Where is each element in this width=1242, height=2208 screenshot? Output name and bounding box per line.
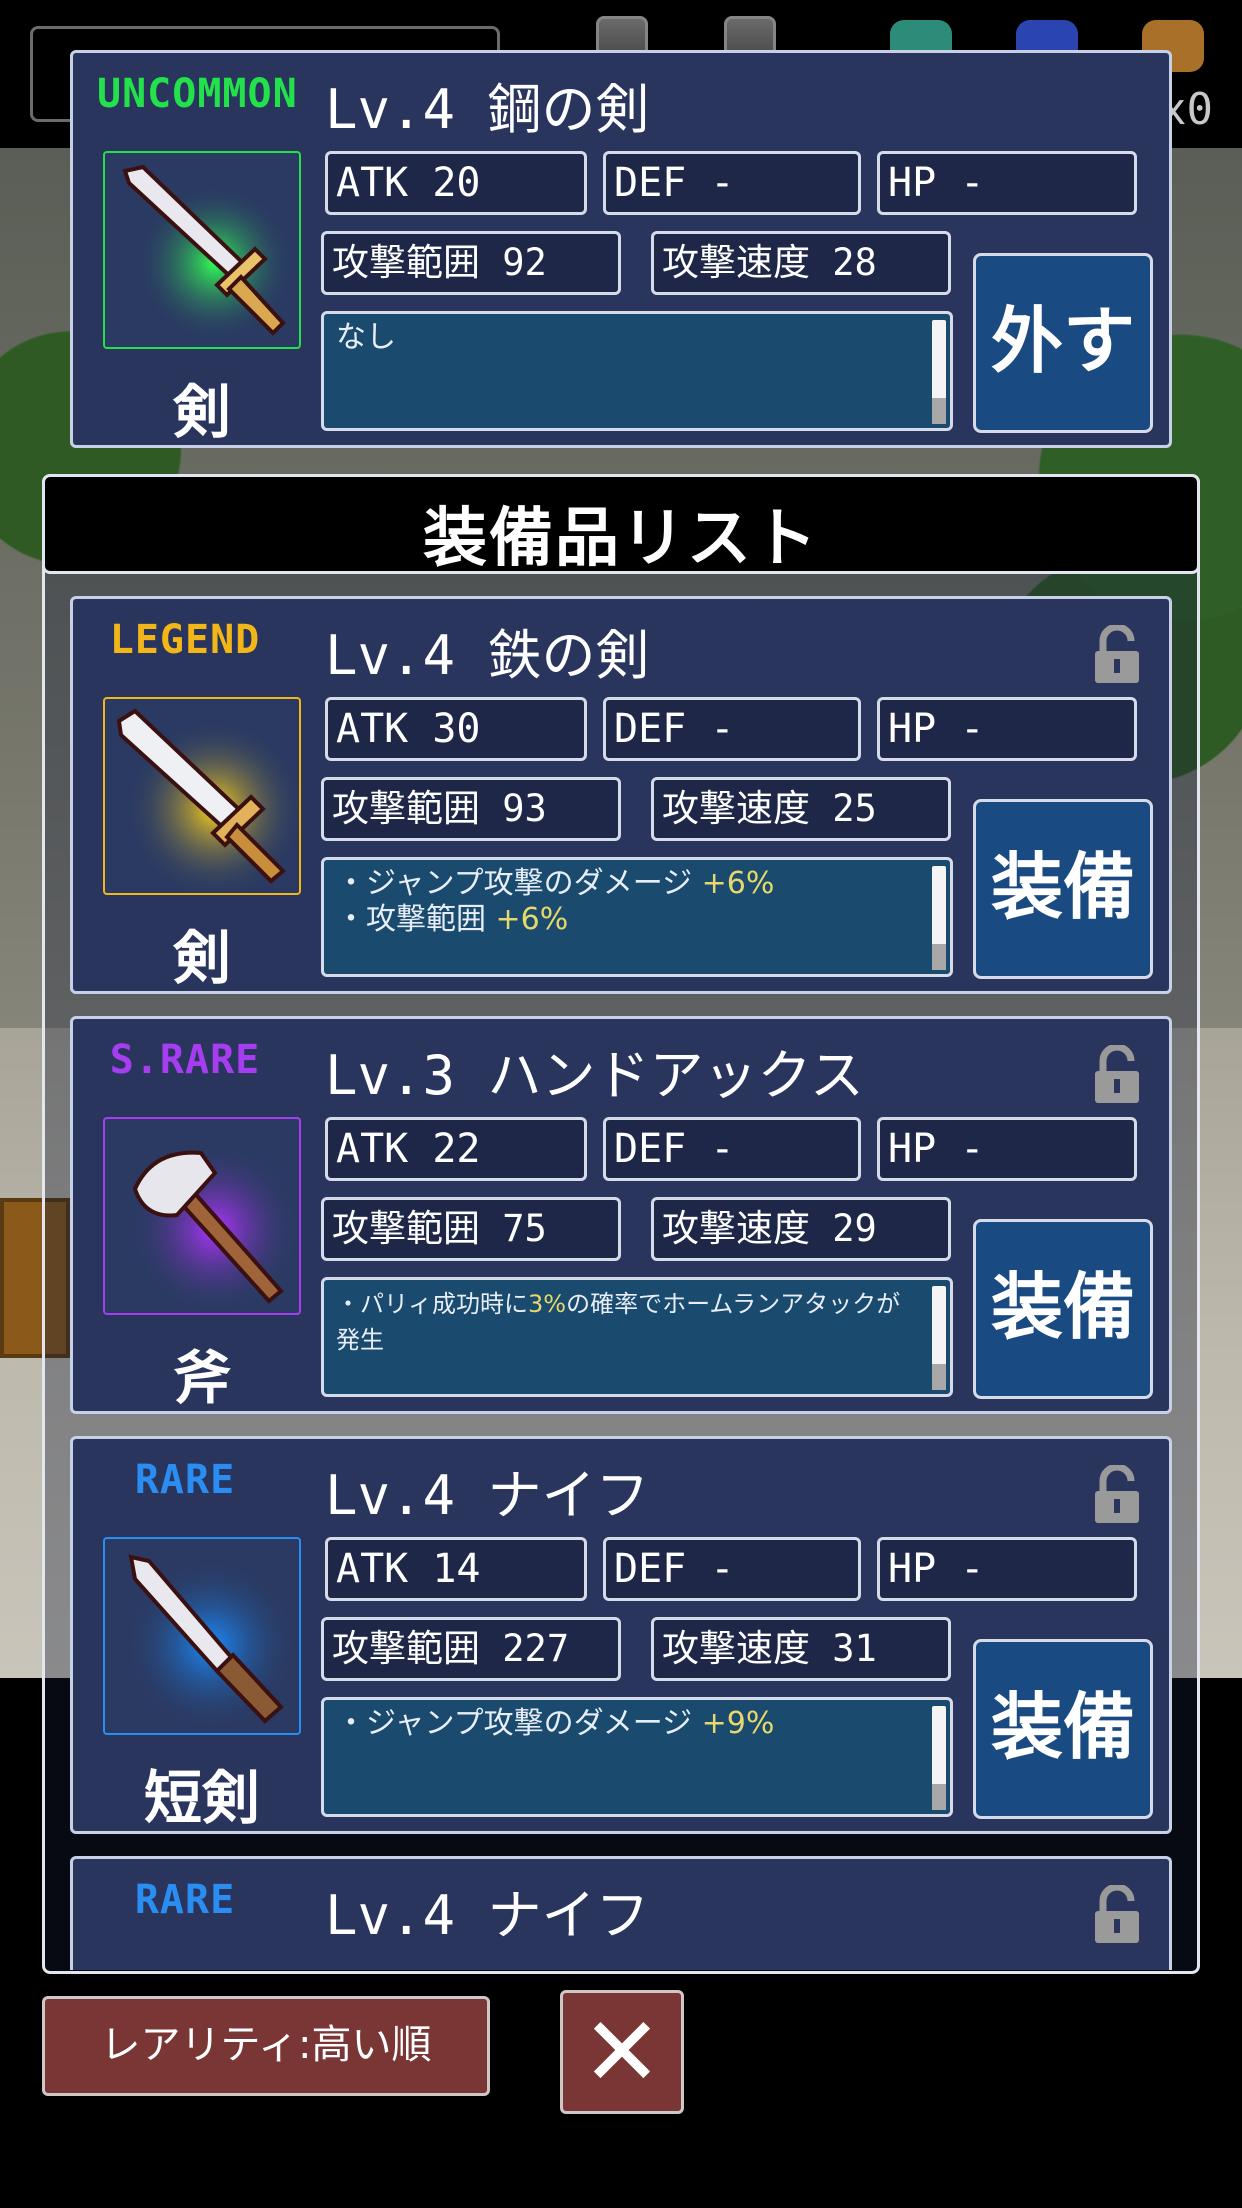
description-line: ・ジャンプ攻撃のダメージ +9% <box>336 1706 775 1741</box>
hp-stat: HP - <box>877 697 1137 761</box>
item-type: 剣 <box>172 378 231 446</box>
item-name: Lv.4 鋼の剣 <box>325 78 650 141</box>
rarity-label: LEGEND <box>109 617 261 663</box>
rarity-label: UNCOMMON <box>97 71 298 117</box>
unlock-icon[interactable] <box>1091 625 1143 685</box>
hp-stat: HP - <box>877 151 1137 215</box>
unequip-button[interactable]: 外す <box>973 253 1153 433</box>
sword-icon <box>116 708 299 893</box>
speed-stat: 攻撃速度 28 <box>651 231 951 295</box>
item-description[interactable]: ・パリィ成功時に3%の確率でホームランアタックが発生 <box>321 1277 953 1397</box>
description-line: なし <box>336 320 396 355</box>
range-stat: 攻撃範囲 93 <box>321 777 621 841</box>
speed-stat: 攻撃速度 25 <box>651 777 951 841</box>
item-name: Lv.4 ナイフ <box>325 1464 650 1527</box>
hp-stat: HP - <box>877 1117 1137 1181</box>
item-name: Lv.4 ナイフ <box>325 1884 650 1947</box>
equipment-list-header: 装備品リスト <box>42 474 1200 576</box>
equipment-card[interactable]: RARE Lv.4 ナイフ 短剣 ATK 14 DEF - HP - 攻撃範囲 … <box>70 1436 1172 1834</box>
range-stat: 攻撃範囲 75 <box>321 1197 621 1261</box>
def-stat: DEF - <box>603 151 861 215</box>
description-scrollbar[interactable] <box>932 1706 946 1810</box>
def-stat: DEF - <box>603 1537 861 1601</box>
description-line: ・ジャンプ攻撃のダメージ +6% <box>336 866 775 901</box>
item-name: Lv.3 ハンドアックス <box>325 1044 864 1107</box>
item-type: 短剣 <box>143 1764 260 1832</box>
panel-title: 装備品リスト <box>423 502 819 576</box>
equip-button[interactable]: 装備 <box>973 1219 1153 1399</box>
speed-stat: 攻撃速度 29 <box>651 1197 951 1261</box>
unlock-icon[interactable] <box>1091 1045 1143 1105</box>
unlock-icon[interactable] <box>1091 1465 1143 1525</box>
speed-stat: 攻撃速度 31 <box>651 1617 951 1681</box>
range-stat: 攻撃範囲 227 <box>321 1617 621 1681</box>
item-icon-frame <box>103 697 301 895</box>
item-icon-frame <box>103 1117 301 1315</box>
knife-icon <box>123 1554 299 1733</box>
item-description[interactable]: ・ジャンプ攻撃のダメージ +9% <box>321 1697 953 1817</box>
item-description[interactable]: ・ジャンプ攻撃のダメージ +6% ・攻撃範囲 +6% <box>321 857 953 977</box>
def-stat: DEF - <box>603 1117 861 1181</box>
equipment-card[interactable]: S.RARE Lv.3 ハンドアックス 斧 ATK 22 DEF - HP - … <box>70 1016 1172 1414</box>
description-scrollbar[interactable] <box>932 1286 946 1390</box>
unlock-icon[interactable] <box>1091 1885 1143 1945</box>
atk-stat: ATK 30 <box>325 697 587 761</box>
rarity-label: S.RARE <box>109 1037 261 1083</box>
item-name: Lv.4 鉄の剣 <box>325 624 650 687</box>
item-icon-frame <box>103 1537 301 1735</box>
sort-rarity-button[interactable]: レアリティ:高い順 <box>42 1996 490 2096</box>
equipment-card[interactable]: LEGEND Lv.4 鉄の剣 剣 ATK 30 DEF - HP - 攻撃範囲… <box>70 596 1172 994</box>
def-stat: DEF - <box>603 697 861 761</box>
item-icon-frame <box>103 151 301 349</box>
equipment-list[interactable]: LEGEND Lv.4 鉄の剣 剣 ATK 30 DEF - HP - 攻撃範囲… <box>42 580 1200 1970</box>
close-icon: ✕ <box>581 1996 663 2108</box>
axe-icon <box>127 1141 299 1313</box>
range-stat: 攻撃範囲 92 <box>321 231 621 295</box>
rarity-label: RARE <box>134 1457 236 1503</box>
rarity-label: RARE <box>134 1877 236 1923</box>
item-type: 斧 <box>172 1344 231 1412</box>
atk-stat: ATK 22 <box>325 1117 587 1181</box>
equip-button[interactable]: 装備 <box>973 1639 1153 1819</box>
equipment-card[interactable]: RARE Lv.4 ナイフ <box>70 1856 1172 1970</box>
item-type: 剣 <box>172 924 231 992</box>
close-button[interactable]: ✕ <box>560 1990 684 2114</box>
item-description[interactable]: なし <box>321 311 953 431</box>
description-scrollbar[interactable] <box>932 866 946 970</box>
description-scrollbar[interactable] <box>932 320 946 424</box>
hp-stat: HP - <box>877 1537 1137 1601</box>
atk-stat: ATK 20 <box>325 151 587 215</box>
equipped-item-card: UNCOMMON Lv.4 鋼の剣 剣 ATK 20 DEF - HP - 攻撃… <box>70 50 1172 448</box>
equip-button[interactable]: 装備 <box>973 799 1153 979</box>
description-line: ・攻撃範囲 +6% <box>336 902 569 937</box>
description-line: ・パリィ成功時に3%の確率でホームランアタックが発生 <box>336 1290 901 1354</box>
sword-icon <box>122 164 295 343</box>
atk-stat: ATK 14 <box>325 1537 587 1601</box>
